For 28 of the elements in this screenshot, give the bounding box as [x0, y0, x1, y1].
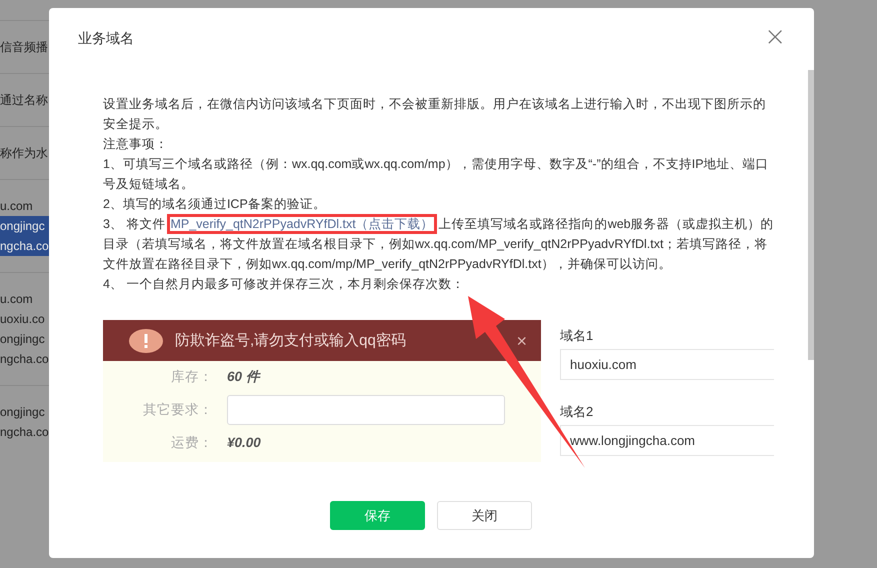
page-text: ongjingc	[0, 331, 46, 348]
page-text: ongjingc	[0, 216, 49, 236]
domain-input[interactable]: www.longjingcha.com	[560, 425, 774, 456]
dialog-title: 业务域名	[78, 30, 134, 48]
note-text: 4、 一个自然月内最多可修改并保存三次，本月剩余保存次数：	[103, 276, 466, 293]
domain-input[interactable]: huoxiu.com	[560, 349, 774, 380]
close-button[interactable]: 关闭	[437, 501, 532, 530]
intro-text: 设置业务域名后，在微信内访问该域名下页面时，不会被重新排版。用户在该域名上进行输入时，不出现下图所示的安全提示。	[103, 96, 767, 133]
exclamation-icon	[129, 328, 163, 352]
notes-heading: 注意事项：	[103, 136, 169, 153]
note-text: 2、填写的域名须通过ICP备案的验证。	[103, 196, 327, 213]
scrollbar[interactable]	[808, 70, 814, 360]
field-label: 域名2	[560, 403, 594, 421]
page-text: ngcha.co	[0, 351, 49, 368]
other-label: 其它要求：	[142, 401, 213, 419]
stock-label: 库存：	[170, 368, 213, 386]
shipping-value: ¥0.00	[227, 434, 261, 452]
warning-text: 防欺诈盗号,请勿支付或输入qq密码	[175, 330, 406, 350]
page-text: ngcha.co	[0, 424, 49, 441]
download-link[interactable]: MP_verify_qtN2rPPyadvRYfDl.txt（点击下载）	[170, 217, 434, 231]
page-text: uoxiu.co	[0, 311, 46, 328]
page-text: ngcha.co	[0, 236, 49, 256]
stock-value: 60 件	[227, 368, 260, 386]
close-icon: ×	[516, 330, 527, 350]
note-text: 1、可填写三个域名或路径（例：wx.qq.com或wx.qq.com/mp），需使用字母、数字及“-”的组合，不支持IP地址、端口号及短链域名。	[103, 156, 770, 193]
shipping-label: 运费：	[170, 434, 213, 452]
note-text: 3、 将文件 MP_verify_qtN2rPPyadvRYfDl.txt（点击下载） 上传至填写域名或路径指向的web服务器（或虚拟主机）的目录（若填写域名，将文件放置在域名根目录下，例如wx.qq.com/MP_verify_qtN2rPPyadvRYfDl.txt；若填写路径，将文件放置在路径目录下，例如wx.qq.com/mp/MP_verify_qtN2rPPyadvRYfDl.txt），并确保可以访问。	[103, 214, 775, 274]
field-label: 域名1	[560, 327, 594, 345]
